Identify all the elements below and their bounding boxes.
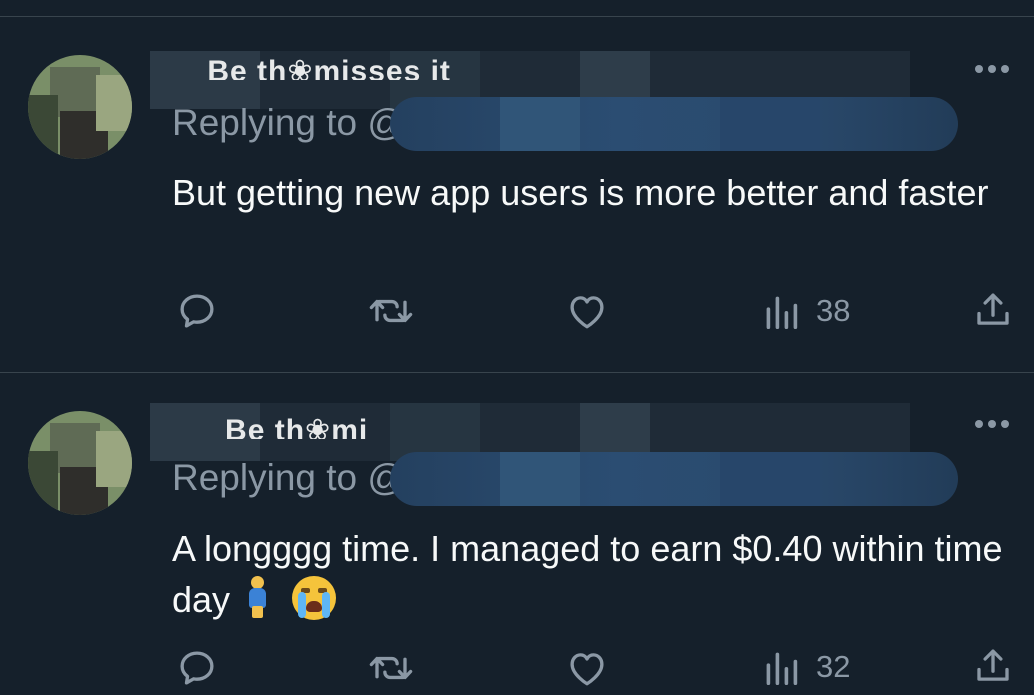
like-button[interactable] xyxy=(566,291,608,331)
replying-to-handle[interactable] xyxy=(390,97,958,151)
views-count: 32 xyxy=(816,649,851,684)
share-icon xyxy=(977,649,1009,681)
reply-icon xyxy=(180,651,214,685)
more-icon[interactable] xyxy=(975,420,1009,428)
tweet-text: But getting new app users is more better… xyxy=(172,172,989,213)
share-icon xyxy=(977,293,1009,325)
reply-icon xyxy=(180,294,214,328)
avatar[interactable] xyxy=(28,55,132,159)
loudly-crying-face-emoji xyxy=(292,576,337,620)
retweet-button[interactable] xyxy=(368,290,414,332)
retweet-button[interactable] xyxy=(368,647,414,689)
views-button[interactable]: 38 xyxy=(762,293,850,329)
views-button[interactable]: 32 xyxy=(762,649,850,685)
tweet-2[interactable]: ___Be th❀mi Replying to @ A longggg time… xyxy=(0,373,1034,692)
action-bar: 38 xyxy=(0,287,1034,337)
display-name[interactable]: ___Be th❀mi xyxy=(172,413,422,439)
views-icon xyxy=(766,296,798,329)
retweet-icon xyxy=(369,299,413,323)
avatar[interactable] xyxy=(28,411,132,515)
like-icon xyxy=(570,296,604,329)
replying-to-label: Replying to @ xyxy=(172,102,405,143)
views-icon xyxy=(766,652,798,685)
retweet-icon xyxy=(369,656,413,680)
like-icon xyxy=(570,653,604,686)
tweet-text: A longggg time. I managed to earn $0.40 … xyxy=(172,523,1012,625)
person-standing-emoji xyxy=(246,576,268,618)
tweet-1[interactable]: __Be th❀misses it Replying to @ But gett… xyxy=(0,17,1034,372)
share-button[interactable] xyxy=(972,645,1014,687)
display-name[interactable]: __Be th❀misses it xyxy=(172,54,542,80)
replying-to-label: Replying to @ xyxy=(172,457,405,498)
like-button[interactable] xyxy=(566,648,608,688)
action-bar: 32 xyxy=(0,645,1034,695)
more-icon[interactable] xyxy=(975,65,1009,73)
share-button[interactable] xyxy=(972,289,1014,331)
replying-to-handle[interactable] xyxy=(390,452,958,506)
reply-button[interactable] xyxy=(176,290,218,332)
reply-button[interactable] xyxy=(176,647,218,689)
views-count: 38 xyxy=(816,293,851,328)
